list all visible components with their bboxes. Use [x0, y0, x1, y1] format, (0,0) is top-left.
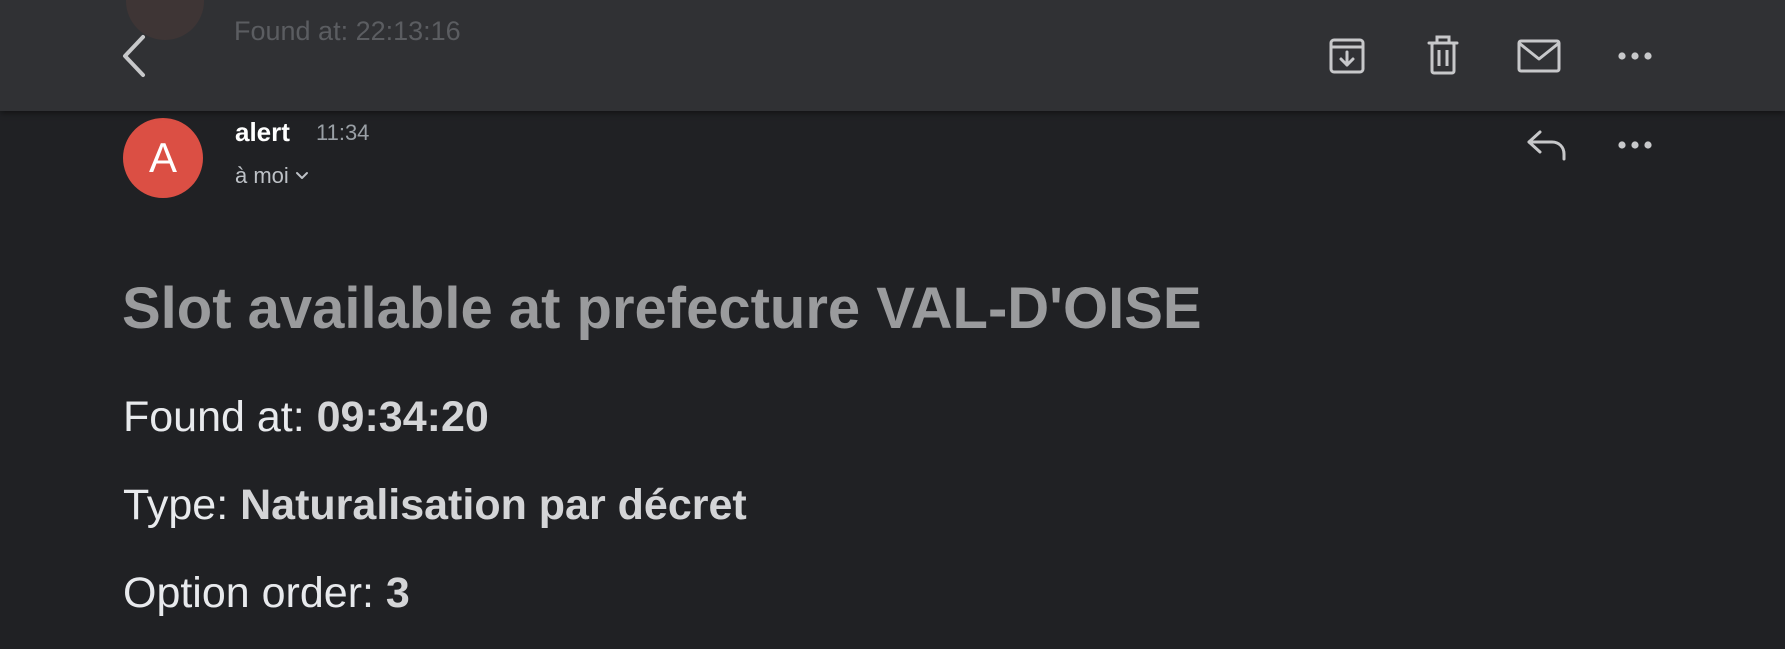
- message-more-button[interactable]: [1610, 120, 1660, 170]
- delete-button[interactable]: [1418, 31, 1468, 81]
- message-time: 11:34: [316, 120, 370, 145]
- option-order-line: Option order: 3: [123, 569, 410, 618]
- scrolled-text: Found at: 22:13:16: [234, 16, 461, 46]
- mail-icon: [1517, 39, 1561, 73]
- avatar-letter: A: [148, 134, 177, 181]
- reply-button[interactable]: [1522, 120, 1572, 170]
- archive-button[interactable]: [1322, 31, 1372, 81]
- chevron-left-icon: [123, 35, 145, 77]
- more-horizontal-icon: [1618, 52, 1652, 60]
- found-at-label: Found at:: [123, 393, 317, 441]
- chevron-down-icon: [295, 172, 308, 179]
- option-order-label: Option order:: [123, 569, 386, 617]
- recipient-label: à moi: [235, 163, 289, 188]
- found-at-line: Found at: 09:34:20: [123, 393, 489, 442]
- message-view: A alert 11:34 à moi Slot available at pr…: [0, 111, 1785, 649]
- type-label: Type:: [123, 481, 241, 529]
- email-subject: Slot available at prefecture VAL-D'OISE: [122, 276, 1202, 341]
- sender-name[interactable]: alert: [235, 117, 290, 148]
- archive-icon: [1329, 38, 1365, 74]
- option-order-value: 3: [385, 569, 410, 617]
- more-options-button[interactable]: [1610, 31, 1660, 81]
- type-value: Naturalisation par décret: [240, 481, 747, 529]
- recipient-toggle[interactable]: à moi: [235, 163, 309, 189]
- back-button[interactable]: [112, 28, 156, 84]
- more-horizontal-icon: [1618, 141, 1652, 149]
- mark-unread-button[interactable]: [1514, 31, 1564, 81]
- found-at-value: 09:34:20: [316, 393, 489, 441]
- reply-icon: [1527, 130, 1566, 161]
- type-line: Type: Naturalisation par décret: [123, 481, 747, 530]
- trash-icon: [1427, 35, 1459, 75]
- top-toolbar: Found at: 22:13:16: [0, 0, 1785, 111]
- sender-avatar[interactable]: A: [123, 118, 203, 198]
